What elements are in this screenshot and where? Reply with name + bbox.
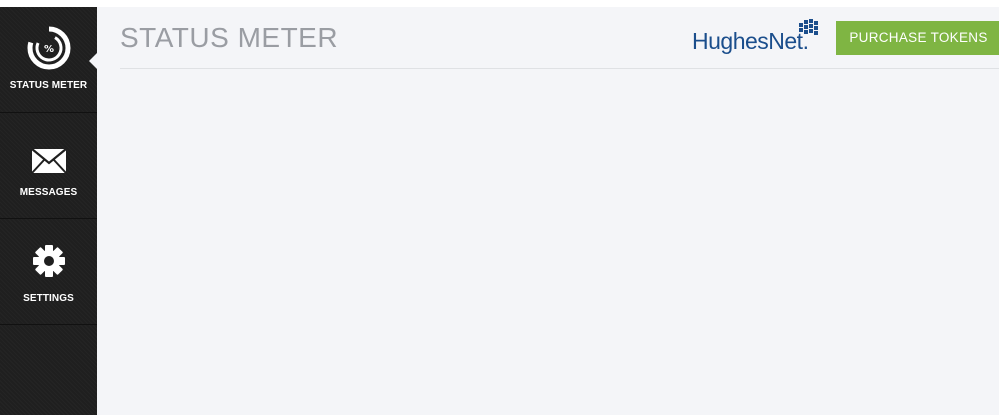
sidebar-item-label: MESSAGES (19, 187, 78, 198)
page-title: STATUS METER (120, 22, 339, 53)
gear-icon (32, 244, 66, 283)
sidebar-item-label: SETTINGS (23, 293, 74, 304)
page-header: STATUS METER HughesNet. PURCHASE TOKENS (120, 7, 999, 69)
sidebar-item-messages[interactable]: MESSAGES (0, 113, 97, 219)
brand-wordmark: HughesNet. (692, 28, 809, 54)
brand-mark-icon (799, 19, 818, 35)
sidebar-item-label: STATUS METER (9, 80, 88, 91)
purchase-tokens-button[interactable]: PURCHASE TOKENS (836, 21, 999, 55)
app-window: % STATUS METER MESSAGES SETTINGS STATUS … (0, 0, 999, 415)
hughesnet-logo: HughesNet. (692, 19, 822, 54)
sidebar-item-status-meter[interactable]: % STATUS METER (0, 7, 97, 113)
sidebar: % STATUS METER MESSAGES SETTINGS (0, 7, 97, 415)
top-strip (0, 0, 999, 7)
main-content: STATUS METER HughesNet. PURCHASE TOKENS (97, 7, 999, 415)
envelope-icon (30, 148, 67, 179)
status-meter-icon: % (26, 25, 72, 76)
sidebar-item-settings[interactable]: SETTINGS (0, 219, 97, 325)
active-indicator (89, 53, 97, 69)
status-meter-icon-symbol: % (43, 44, 53, 55)
